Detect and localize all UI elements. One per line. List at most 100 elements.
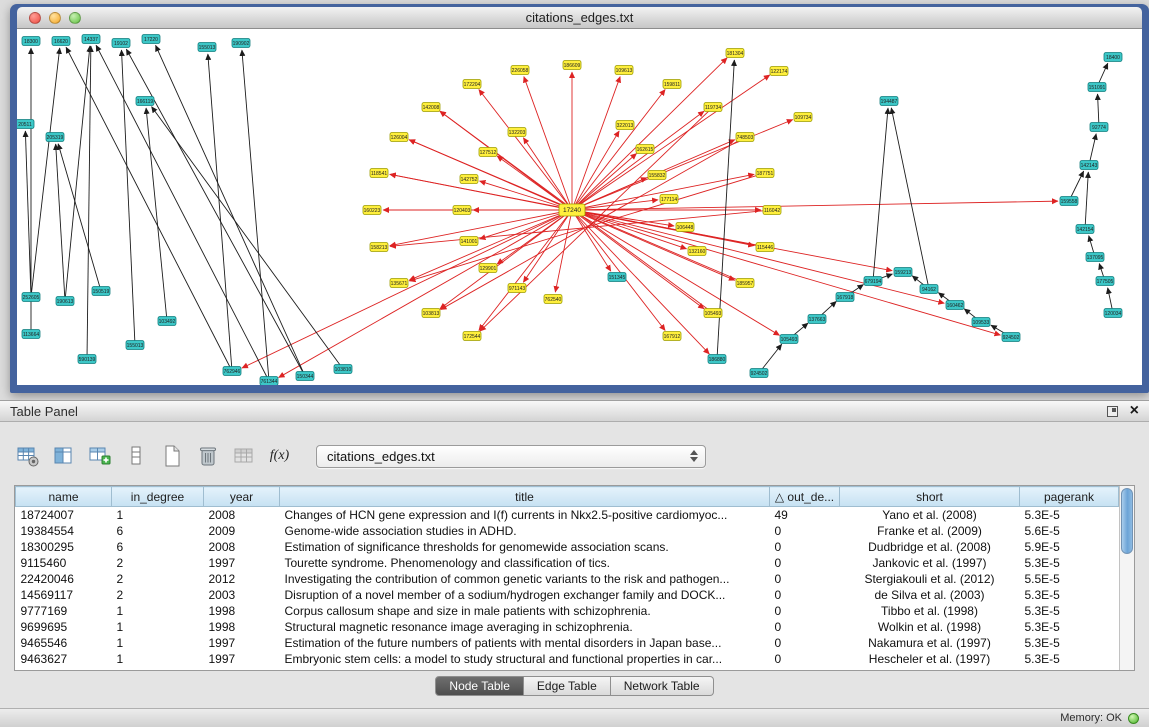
graph-node[interactable]: 109533	[972, 318, 990, 327]
table-cell[interactable]: 1	[112, 635, 204, 651]
table-cell[interactable]: 5.3E-5	[1020, 635, 1119, 651]
column-header-name[interactable]: name	[16, 487, 112, 507]
graph-node[interactable]: 105493	[780, 335, 798, 344]
graph-node[interactable]: 126004	[390, 133, 408, 142]
table-cell[interactable]: 1997	[204, 555, 280, 571]
column-header-title[interactable]: title	[280, 487, 770, 507]
table-cell[interactable]: Genome-wide association studies in ADHD.	[280, 523, 770, 539]
graph-node[interactable]: 132160	[688, 247, 706, 256]
table-cell[interactable]: 18724007	[16, 507, 112, 523]
graph-node[interactable]: 160462	[946, 301, 964, 310]
graph-node[interactable]: 186609	[563, 61, 581, 70]
table-cell[interactable]: 9465546	[16, 635, 112, 651]
graph-node[interactable]: 187751	[756, 169, 774, 178]
table-cell[interactable]: 1	[112, 619, 204, 635]
table-cell[interactable]: 2012	[204, 571, 280, 587]
graph-node[interactable]: 137095	[1086, 253, 1104, 262]
graph-node[interactable]: 20511	[17, 120, 34, 129]
table-cell[interactable]: Franke et al. (2009)	[840, 523, 1020, 539]
graph-node[interactable]: 762540	[544, 295, 562, 304]
table-cell[interactable]: Tibbo et al. (1998)	[840, 603, 1020, 619]
table-cell[interactable]: 9777169	[16, 603, 112, 619]
table-cell[interactable]: Changes of HCN gene expression and I(f) …	[280, 507, 770, 523]
graph-node[interactable]: 194487	[880, 97, 898, 106]
graph-node[interactable]: 150519	[92, 287, 110, 296]
new-table-button[interactable]	[158, 443, 185, 470]
table-cell[interactable]: 2003	[204, 587, 280, 603]
table-cell[interactable]: Structural magnetic resonance image aver…	[280, 619, 770, 635]
graph-node[interactable]: 205319	[46, 133, 64, 142]
graph-node[interactable]: 190902	[232, 39, 250, 48]
graph-node[interactable]: 17220	[142, 35, 160, 44]
graph-node[interactable]: 924502	[750, 369, 768, 378]
graph-node[interactable]: 119734	[704, 103, 722, 112]
table-cell[interactable]: 5.5E-5	[1020, 571, 1119, 587]
network-graph[interactable]: 1724016022311854112600414200817220422605…	[17, 29, 1142, 385]
graph-node[interactable]: 142143	[1080, 161, 1098, 170]
graph-node[interactable]: 252605	[22, 293, 40, 302]
graph-node[interactable]: 190613	[56, 297, 74, 306]
graph-node[interactable]: 761344	[260, 377, 278, 386]
table-cell[interactable]: 1997	[204, 651, 280, 667]
table-cell[interactable]: 18300295	[16, 539, 112, 555]
graph-node[interactable]: 103492	[158, 317, 176, 326]
graph-node[interactable]: 116042	[763, 206, 781, 215]
graph-node[interactable]: 155832	[648, 171, 666, 180]
graph-node[interactable]: 971143	[508, 284, 526, 293]
table-cell[interactable]: 0	[770, 587, 840, 603]
graph-node[interactable]: 141001	[460, 237, 478, 246]
table-cell[interactable]: 9699695	[16, 619, 112, 635]
table-row[interactable]: 1456911722003Disruption of a novel membe…	[16, 587, 1119, 603]
table-row[interactable]: 911546021997Tourette syndrome. Phenomeno…	[16, 555, 1119, 571]
column-settings-button[interactable]	[14, 443, 41, 470]
table-row[interactable]: 2242004622012Investigating the contribut…	[16, 571, 1119, 587]
table-cell[interactable]: 1998	[204, 603, 280, 619]
table-cell[interactable]: Corpus callosum shape and size in male p…	[280, 603, 770, 619]
table-cell[interactable]: 1998	[204, 619, 280, 635]
undock-panel-icon[interactable]	[1107, 406, 1118, 417]
graph-node[interactable]: 113664	[22, 330, 40, 339]
column-header-year[interactable]: year	[204, 487, 280, 507]
graph-node[interactable]: 679194	[864, 277, 882, 286]
graph-node[interactable]: 129901	[479, 264, 497, 273]
row-tool-button[interactable]	[122, 443, 149, 470]
table-cell[interactable]: 2	[112, 587, 204, 603]
delete-table-button[interactable]	[194, 443, 221, 470]
show-columns-button[interactable]	[50, 443, 77, 470]
graph-node[interactable]: 150344	[296, 372, 314, 381]
graph-node[interactable]: 181304	[726, 49, 744, 58]
table-cell[interactable]: 2	[112, 555, 204, 571]
graph-node[interactable]: 142752	[460, 175, 478, 184]
graph-node[interactable]: 177505	[1096, 277, 1114, 286]
graph-node[interactable]: 590139	[78, 355, 96, 364]
graph-node[interactable]: 159558	[1060, 197, 1078, 206]
graph-node[interactable]: 167918	[836, 293, 854, 302]
scrollbar-thumb[interactable]	[1121, 488, 1133, 554]
column-header-out_de[interactable]: △ out_de...	[770, 487, 840, 507]
graph-node[interactable]: 172204	[463, 80, 481, 89]
window-titlebar[interactable]: citations_edges.txt	[17, 7, 1142, 29]
graph-node[interactable]: 19102	[112, 39, 130, 48]
table-cell[interactable]: 1997	[204, 635, 280, 651]
minimize-window-button[interactable]	[49, 12, 61, 24]
graph-node[interactable]: 748503	[736, 133, 754, 142]
function-builder-button[interactable]: f(x)	[266, 443, 293, 470]
graph-node[interactable]: 120034	[1104, 309, 1122, 318]
graph-node[interactable]: 322013	[616, 121, 634, 130]
table-cell[interactable]: 0	[770, 651, 840, 667]
vertical-scrollbar[interactable]	[1119, 486, 1134, 670]
table-cell[interactable]: 5.3E-5	[1020, 619, 1119, 635]
graph-node[interactable]: 762946	[223, 367, 241, 376]
table-cell[interactable]: Wolkin et al. (1998)	[840, 619, 1020, 635]
import-table-button[interactable]	[230, 443, 257, 470]
table-cell[interactable]: 1	[112, 603, 204, 619]
graph-node[interactable]: 105493	[704, 309, 722, 318]
graph-node[interactable]: 226058	[511, 66, 529, 75]
table-row[interactable]: 977716911998Corpus callosum shape and si…	[16, 603, 1119, 619]
table-cell[interactable]: Estimation of significance thresholds fo…	[280, 539, 770, 555]
table-cell[interactable]: 22420046	[16, 571, 112, 587]
graph-node[interactable]: 92774	[1090, 123, 1108, 132]
table-cell[interactable]: 1	[112, 507, 204, 523]
graph-node[interactable]: 151091	[1088, 83, 1106, 92]
table-cell[interactable]: 19384554	[16, 523, 112, 539]
